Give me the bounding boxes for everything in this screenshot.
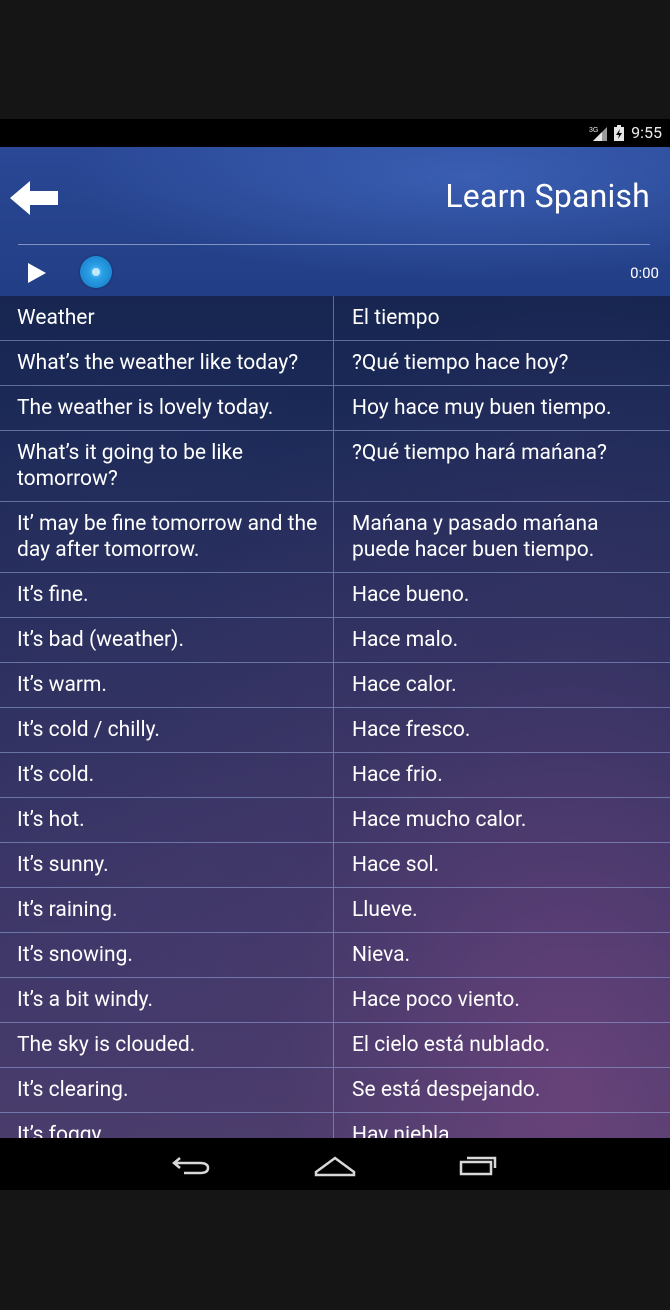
phrase-english: What’s it going to be like tomorrow?: [0, 431, 334, 501]
nav-home-icon[interactable]: [312, 1150, 358, 1178]
phrase-english: What’s the weather like today?: [0, 341, 334, 385]
status-indicators: 3G 9:55: [589, 123, 662, 142]
phrase-spanish: Hace fresco.: [352, 718, 471, 742]
navigation-bar: [0, 1138, 670, 1190]
phrase-english: It’s warm.: [0, 663, 334, 707]
battery-icon: [614, 124, 625, 141]
phrase-spanish: El tiempo: [352, 306, 440, 330]
phrase-row[interactable]: It’ may be fine tomorrow and the day aft…: [0, 501, 670, 572]
phrase-row[interactable]: It’s bad (weather). Hace malo.: [0, 617, 670, 662]
play-icon[interactable]: [24, 260, 48, 286]
nav-recents-icon[interactable]: [455, 1150, 501, 1178]
signal-3g-icon: 3G: [589, 126, 608, 141]
phrase-english: It’s bad (weather).: [0, 618, 334, 662]
phrase-row[interactable]: It’s cold / chilly. Hace fresco.: [0, 707, 670, 752]
phrase-table: Weather El tiempo What’s the weather like …: [0, 296, 670, 1138]
phrase-row[interactable]: It’s hot. Hace mucho calor.: [0, 797, 670, 842]
phrase-spanish: Hace bueno.: [352, 583, 470, 607]
phrase-spanish: Hace mucho calor.: [352, 808, 527, 832]
seek-thumb-center: [92, 268, 100, 276]
back-arrow-icon[interactable]: [8, 179, 62, 217]
app-header: Learn Spanish 0:00: [0, 147, 670, 296]
app-title: Learn Spanish: [445, 177, 650, 215]
phrase-english: It’s raining.: [0, 888, 334, 932]
phrase-row[interactable]: It’s clearing. Se está despejando.: [0, 1067, 670, 1112]
phrase-english: It’s foggy.: [0, 1113, 334, 1138]
app-content: Learn Spanish 0:00 Weather El tiempo What’…: [0, 147, 670, 1138]
phrase-row[interactable]: The weather is lovely today. Hoy hace muy…: [0, 385, 670, 430]
phrase-row[interactable]: It’s cold. Hace frio.: [0, 752, 670, 797]
phrase-row[interactable]: It’s snowing. Nieva.: [0, 932, 670, 977]
phrase-spanish: Hay niebla.: [352, 1123, 456, 1138]
phrase-english: It’ may be fine tomorrow and the day aft…: [0, 502, 334, 572]
phrase-spanish: El cielo está nublado.: [352, 1033, 551, 1057]
phrase-spanish: Hace frio.: [352, 763, 443, 787]
phrase-row[interactable]: Weather El tiempo: [0, 296, 670, 340]
phrase-spanish: Hace calor.: [352, 673, 457, 697]
phrase-spanish: ?Qué tiempo hace hoy?: [352, 351, 569, 375]
phrase-spanish: Hace sol.: [352, 853, 440, 877]
phrase-spanish: Llueve.: [352, 898, 418, 922]
phrase-english: The sky is clouded.: [0, 1023, 334, 1067]
phrase-row[interactable]: It’s sunny. Hace sol.: [0, 842, 670, 887]
status-clock: 9:55: [631, 123, 662, 142]
status-bar: 3G 9:55: [0, 119, 670, 147]
phrase-row[interactable]: It’s a bit windy. Hace poco viento.: [0, 977, 670, 1022]
header-divider: [18, 244, 650, 245]
phrase-english: It’s sunny.: [0, 843, 334, 887]
phrase-row[interactable]: What’s the weather like today? ?Qué tiemp…: [0, 340, 670, 385]
phrase-english: It’s cold.: [0, 753, 334, 797]
phrase-english: It’s snowing.: [0, 933, 334, 977]
phrase-english: It’s fine.: [0, 573, 334, 617]
phrase-english: It’s clearing.: [0, 1068, 334, 1112]
phrase-english: The weather is lovely today.: [0, 386, 334, 430]
phrase-spanish: Nieva.: [352, 943, 411, 967]
phrase-spanish: Se está despejando.: [352, 1078, 541, 1102]
phrase-english: Weather: [0, 296, 334, 340]
phrase-row[interactable]: What’s it going to be like tomorrow? ?Qué…: [0, 430, 670, 501]
phrase-spanish: ?Qué tiempo hará mańana?: [352, 441, 607, 465]
phrase-english: It’s hot.: [0, 798, 334, 842]
phrase-spanish: Hace malo.: [352, 628, 459, 652]
svg-text:3G: 3G: [589, 127, 598, 134]
phrase-spanish: Mańana y pasado mańana puede hacer buen …: [352, 512, 599, 562]
phrase-english: It’s a bit windy.: [0, 978, 334, 1022]
phrase-english: It’s cold / chilly.: [0, 708, 334, 752]
seek-bar-thumb[interactable]: [80, 256, 112, 288]
nav-back-icon[interactable]: [170, 1150, 214, 1178]
phrase-spanish: Hoy hace muy buen tiempo.: [352, 396, 612, 420]
screen: 3G 9:55 Learn Spanish 0:00 Weather El ti…: [0, 0, 670, 1310]
phrase-row[interactable]: It’s foggy. Hay niebla.: [0, 1112, 670, 1138]
phrase-row[interactable]: It’s raining. Llueve.: [0, 887, 670, 932]
phrase-row[interactable]: The sky is clouded. El cielo está nublado…: [0, 1022, 670, 1067]
phrase-spanish: Hace poco viento.: [352, 988, 520, 1012]
phrase-row[interactable]: It’s fine. Hace bueno.: [0, 572, 670, 617]
phrase-row[interactable]: It’s warm. Hace calor.: [0, 662, 670, 707]
playback-time: 0:00: [630, 264, 659, 282]
